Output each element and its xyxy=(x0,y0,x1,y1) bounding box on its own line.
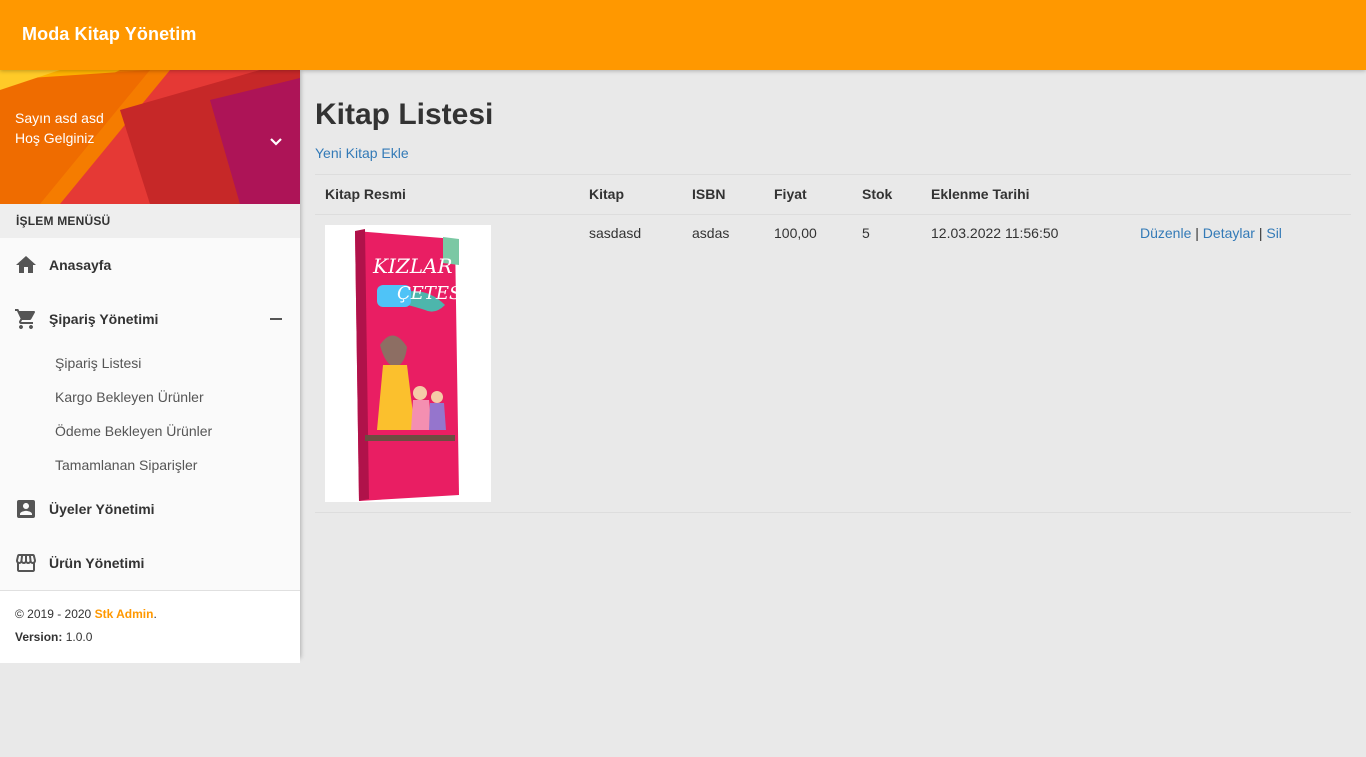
cart-icon xyxy=(15,309,36,329)
col-header-price: Fiyat xyxy=(764,174,852,215)
delete-link[interactable]: Sil xyxy=(1266,225,1282,241)
edit-link[interactable]: Düzenle xyxy=(1140,225,1191,241)
cover-title-2: ÇETESİ xyxy=(397,281,469,304)
col-header-stock: Stok xyxy=(852,174,921,215)
table-row: KIZLAR ÇETESİ sasdasd asdas 100,00 5 12.… xyxy=(315,214,1351,513)
submenu-item-tamamlanan[interactable]: Tamamlanan Siparişler xyxy=(0,448,300,482)
home-icon xyxy=(16,256,36,273)
version-value: 1.0.0 xyxy=(62,630,93,644)
cell-actions: Düzenle | Detaylar | Sil xyxy=(1130,214,1351,513)
sidebar-item-label: Ürün Yönetimi xyxy=(49,555,145,571)
cover-title-1: KIZLAR xyxy=(372,254,453,278)
collapse-icon[interactable] xyxy=(270,318,282,320)
sidebar-item-label: Üyeler Yönetimi xyxy=(49,501,155,517)
store-icon xyxy=(16,554,36,572)
sidebar-item-siparis-yonetimi[interactable]: Şipariş Yönetimi xyxy=(0,292,300,346)
book-table: Kitap Resmi Kitap ISBN Fiyat Stok Eklenm… xyxy=(315,174,1351,513)
user-name: Sayın asd asd xyxy=(15,110,104,126)
sidebar-item-uyeler-yonetimi[interactable]: Üyeler Yönetimi xyxy=(0,482,300,536)
sidebar-menu: Anasayfa Şipariş Yönetimi Şipariş Listes… xyxy=(0,238,300,590)
cell-stock: 5 xyxy=(852,214,921,513)
table-header-row: Kitap Resmi Kitap ISBN Fiyat Stok Eklenm… xyxy=(315,174,1351,215)
sidebar-item-label: Anasayfa xyxy=(49,257,112,273)
version-label: Version: xyxy=(15,630,63,644)
col-header-actions xyxy=(1130,174,1351,215)
action-separator: | xyxy=(1191,225,1203,241)
action-separator: | xyxy=(1254,225,1267,241)
user-info-banner: Sayın asd asd Hoş Gelginiz xyxy=(0,70,300,204)
stk-admin-link[interactable]: Stk Admin xyxy=(95,607,154,621)
col-header-added: Eklenme Tarihi xyxy=(921,174,1130,215)
account-box-icon xyxy=(17,500,35,518)
siparis-submenu: Şipariş Listesi Kargo Bekleyen Ürünler Ö… xyxy=(0,346,300,482)
page-title: Kitap Listesi xyxy=(315,98,494,131)
col-header-book: Kitap xyxy=(579,174,682,215)
version-line: Version: 1.0.0 xyxy=(15,630,285,653)
details-link[interactable]: Detaylar xyxy=(1203,225,1255,241)
brand-title[interactable]: Moda Kitap Yönetim xyxy=(22,24,196,45)
sidebar: Sayın asd asd Hoş Gelginiz İŞLEM MENÜSÜ … xyxy=(0,70,300,663)
cell-added: 12.03.2022 11:56:50 xyxy=(921,214,1130,513)
book-cover-image: KIZLAR ÇETESİ xyxy=(325,225,491,502)
user-greeting: Sayın asd asd Hoş Gelginiz xyxy=(15,108,104,148)
book-cover-art: KIZLAR ÇETESİ xyxy=(325,225,491,502)
col-header-cover: Kitap Resmi xyxy=(315,174,579,215)
welcome-text: Hoş Gelginiz xyxy=(15,130,95,146)
sidebar-item-label: Şipariş Yönetimi xyxy=(49,311,159,327)
sidebar-item-urun-yonetimi[interactable]: Ürün Yönetimi xyxy=(0,536,300,590)
main-content: Kitap Listesi Yeni Kitap Ekle Kitap Resm… xyxy=(315,98,1351,513)
sidebar-item-anasayfa[interactable]: Anasayfa xyxy=(0,238,300,292)
copyright-line: © 2019 - 2020 Stk Admin. xyxy=(15,607,157,621)
cell-isbn: asdas xyxy=(682,214,764,513)
submenu-item-siparis-listesi[interactable]: Şipariş Listesi xyxy=(0,346,300,380)
cell-book: sasdasd xyxy=(579,214,682,513)
chevron-down-icon[interactable] xyxy=(266,134,286,150)
submenu-item-kargo-bekleyen[interactable]: Kargo Bekleyen Ürünler xyxy=(0,380,300,414)
top-app-bar: Moda Kitap Yönetim xyxy=(0,0,1366,70)
menu-header: İŞLEM MENÜSÜ xyxy=(0,204,300,238)
col-header-isbn: ISBN xyxy=(682,174,764,215)
submenu-item-odeme-bekleyen[interactable]: Ödeme Bekleyen Ürünler xyxy=(0,414,300,448)
new-book-link[interactable]: Yeni Kitap Ekle xyxy=(315,145,409,161)
cell-price: 100,00 xyxy=(764,214,852,513)
sidebar-footer: © 2019 - 2020 Stk Admin. Version: 1.0.0 xyxy=(0,590,300,663)
cell-cover: KIZLAR ÇETESİ xyxy=(315,214,579,513)
